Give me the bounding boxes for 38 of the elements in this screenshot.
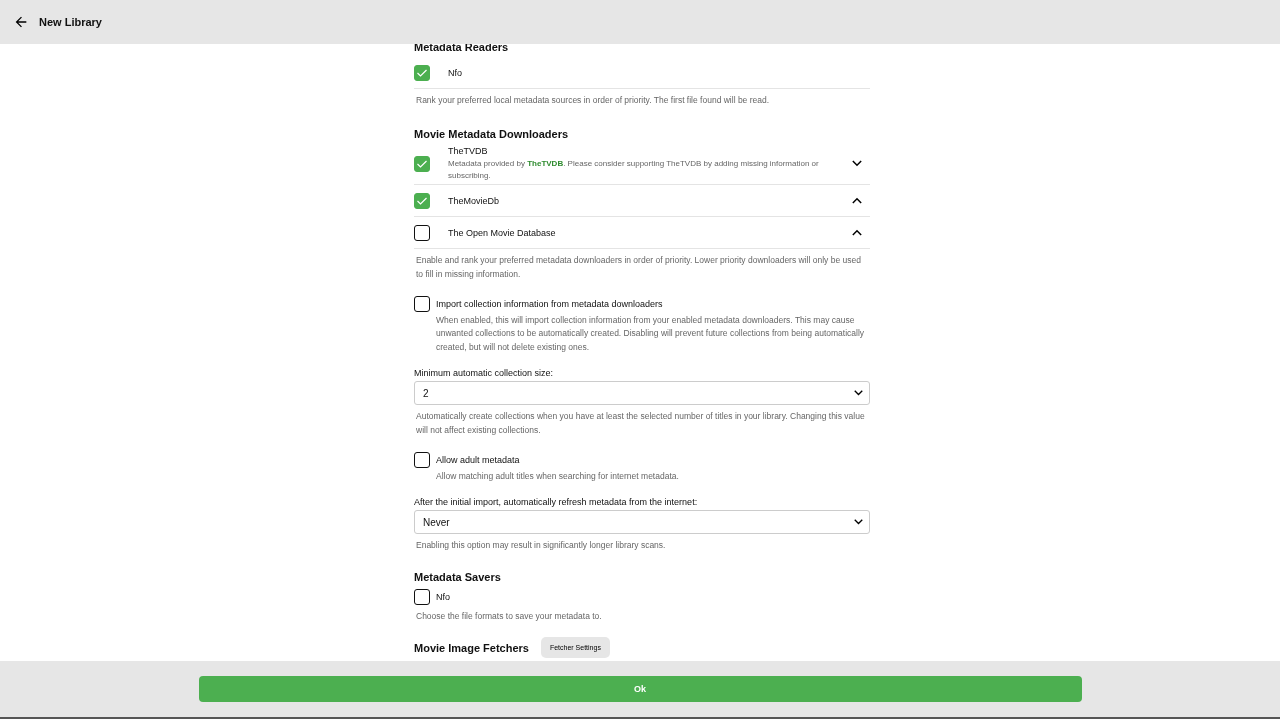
checkbox[interactable] <box>414 224 430 241</box>
field-label: After the initial import, automatically refresh metadata from the internet: <box>414 497 699 508</box>
field-label: Minimum automatic collection size: <box>414 368 555 379</box>
checkbox[interactable] <box>414 64 430 81</box>
section-heading: Movie Metadata Downloaders <box>414 127 570 140</box>
checkmark-icon <box>416 158 428 170</box>
chevron-down-icon[interactable] <box>852 160 862 168</box>
checkbox-label: Allow adult metadata <box>436 454 520 465</box>
downloader-name: TheMovieDb <box>448 195 501 206</box>
checkbox-label: Nfo <box>436 591 450 602</box>
chevron-down-icon <box>854 390 863 397</box>
help-text: Choose the file formats to save your metadata to. <box>416 609 603 623</box>
help-text: Enabling this option may result in significantly longer library scans. <box>416 539 667 553</box>
section-heading: Metadata Savers <box>414 570 502 583</box>
downloader-description: Metadata provided by TheTVDB. Please consider supporting TheTVDB by adding missing information or subscribing. <box>448 157 820 182</box>
help-text: Rank your preferred local metadata sources in order of priority. The first file found will be read. <box>416 94 771 107</box>
checkbox[interactable] <box>414 295 430 312</box>
select-field[interactable]: 2 <box>414 381 870 406</box>
checkbox[interactable] <box>414 192 430 209</box>
help-text: Allow matching adult titles when searching for internet metadata. <box>436 469 680 483</box>
chevron-up-icon[interactable] <box>852 197 862 205</box>
checkbox-label: Import collection information from metadata downloaders <box>436 298 663 309</box>
downloader-name: The Open Movie Database <box>448 227 557 238</box>
chevron-down-icon <box>854 519 863 526</box>
chevron-up-icon[interactable] <box>852 229 862 237</box>
help-text: When enabled, this will import collection information from your enabled metadata downloaders. This may cause unwanted collections to be automatically created. Disabling will prevent future collections from being automatically created, but will not delete existing ones. <box>436 313 866 354</box>
select-field[interactable]: Never <box>414 510 870 535</box>
section-heading: Movie Image Fetchers <box>414 641 529 654</box>
checkbox[interactable] <box>414 156 430 172</box>
reader-name: Nfo <box>448 67 463 78</box>
downloader-name: TheTVDB <box>448 145 489 156</box>
checkbox[interactable] <box>414 451 430 468</box>
help-text: Automatically create collections when you have at least the selected number of titles in your library. Changing this value will not affect existing collections. <box>416 410 866 437</box>
help-text: Enable and rank your preferred metadata downloaders in order of priority. Lower priority downloaders will only be used to fill in missing information. <box>416 254 862 281</box>
page-title: New Library <box>39 16 102 28</box>
back-arrow-icon[interactable] <box>13 14 29 30</box>
checkbox[interactable] <box>414 588 430 605</box>
section-heading: Metadata Readers <box>414 44 510 53</box>
